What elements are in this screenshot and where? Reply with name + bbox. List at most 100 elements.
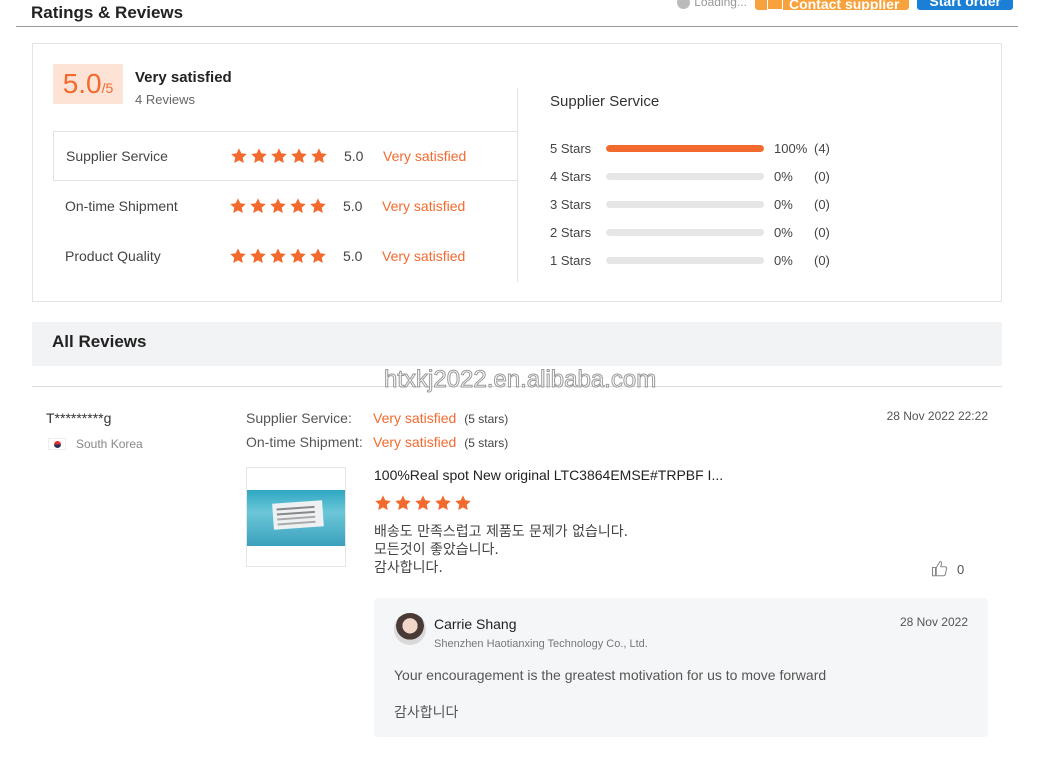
reviewer-name: T*********g xyxy=(46,410,112,426)
star-icon xyxy=(269,247,287,265)
reply-author-name: Carrie Shang xyxy=(434,616,517,632)
distribution-fill xyxy=(606,144,764,152)
distribution-count: (4) xyxy=(814,140,830,156)
category-row-supplier-service[interactable]: Supplier Service 5.0 Very satisfied xyxy=(53,131,518,181)
category-score: 5.0 xyxy=(344,148,364,164)
review-date: 28 Nov 2022 22:22 xyxy=(886,409,988,423)
overall-score: 5.0 xyxy=(62,68,102,99)
star-icon xyxy=(249,247,267,265)
distribution-row-2: 2 Stars 0% (0) xyxy=(550,222,850,242)
contact-supplier-button[interactable]: Contact supplier xyxy=(754,0,910,12)
distribution-count: (0) xyxy=(814,252,830,268)
star-icon xyxy=(229,197,247,215)
loading-icon xyxy=(677,0,691,9)
meta-value: Very satisfied xyxy=(373,434,457,450)
star-icon xyxy=(374,494,392,512)
star-icon xyxy=(230,147,248,165)
product-thumbnail[interactable] xyxy=(246,467,346,567)
category-name: On-time Shipment xyxy=(65,198,178,214)
distribution-percent: 0% xyxy=(774,224,793,240)
star-icon xyxy=(250,147,268,165)
product-label-graphic xyxy=(272,500,324,530)
distribution-label: 5 Stars xyxy=(550,140,592,156)
distribution-percent: 0% xyxy=(774,168,793,184)
review-rating-stars xyxy=(374,494,472,512)
star-icon xyxy=(269,197,287,215)
star-icon xyxy=(289,197,307,215)
overall-score-max: /5 xyxy=(101,80,114,96)
meta-key: On-time Shipment: xyxy=(246,434,363,450)
review-text-line: 모든것이 좋았습니다. xyxy=(374,542,499,558)
category-row-product-quality[interactable]: Product Quality 5.0 Very satisfied xyxy=(53,231,518,281)
star-icon xyxy=(394,494,412,512)
product-title-link[interactable]: 100%Real spot New original LTC3864EMSE#T… xyxy=(374,467,723,483)
star-icon xyxy=(270,147,288,165)
reply-date: 28 Nov 2022 xyxy=(899,615,968,629)
contact-supplier-label: Contact supplier xyxy=(788,0,900,12)
category-label: Very satisfied xyxy=(383,148,467,164)
category-label: Very satisfied xyxy=(382,248,466,264)
distribution-bar xyxy=(606,172,764,180)
like-count: 0 xyxy=(957,561,965,577)
distribution-row-1: 1 Stars 0% (0) xyxy=(550,250,850,270)
all-reviews-bar: All Reviews xyxy=(32,322,1002,366)
star-icon xyxy=(290,147,308,165)
star-icon xyxy=(249,197,267,215)
category-score: 5.0 xyxy=(343,248,363,264)
distribution-bar xyxy=(606,256,764,264)
like-button[interactable]: 0 xyxy=(931,560,964,578)
review-count: 4 Reviews xyxy=(135,92,195,107)
distribution-count: (0) xyxy=(814,196,830,212)
distribution-percent: 0% xyxy=(774,252,793,268)
product-image xyxy=(247,490,345,546)
watermark: htxkj2022.en.alibaba.com xyxy=(383,366,657,394)
category-name: Supplier Service xyxy=(66,148,168,164)
star-icon xyxy=(309,197,327,215)
distribution-row-4: 4 Stars 0% (0) xyxy=(550,166,850,186)
rating-summary: 5.0 /5 Very satisfied 4 Reviews Supplier… xyxy=(32,43,1002,302)
distribution-count: (0) xyxy=(814,168,830,184)
reviewer-country: South Korea xyxy=(48,437,143,451)
distribution-percent: 100% xyxy=(774,140,808,156)
star-icon xyxy=(310,147,328,165)
distribution-label: 4 Stars xyxy=(550,168,592,184)
meta-sub: (5 stars) xyxy=(464,436,509,450)
ratings-header: Ratings & Reviews Loading... Contact sup… xyxy=(16,0,1018,27)
south-korea-flag-icon xyxy=(48,438,66,450)
envelope-icon xyxy=(766,0,783,10)
category-stars xyxy=(229,247,327,265)
star-icon xyxy=(414,494,432,512)
reply-text: 감사합니다 xyxy=(394,705,459,721)
distribution-title: Supplier Service xyxy=(550,93,660,110)
review-text: 배송도 만족스럽고 제품도 문제가 없습니다. 모든것이 좋았습니다. 감사합니… xyxy=(374,523,628,577)
distribution-bar xyxy=(606,200,764,208)
review-text-line: 배송도 만족스럽고 제품도 문제가 없습니다. xyxy=(374,524,629,540)
review-supplier-service: Supplier Service: Very satisfied (5 star… xyxy=(246,410,508,426)
loading-indicator: Loading... xyxy=(677,0,747,9)
avatar xyxy=(394,613,426,645)
header-actions: Loading... Contact supplier Start order xyxy=(677,0,1013,12)
distribution-percent: 0% xyxy=(774,196,793,212)
star-icon xyxy=(454,494,472,512)
category-stars xyxy=(229,197,327,215)
star-icon xyxy=(434,494,452,512)
star-icon xyxy=(229,247,247,265)
category-label: Very satisfied xyxy=(382,198,466,214)
review-on-time-shipment: On-time Shipment: Very satisfied (5 star… xyxy=(246,434,508,450)
thumbs-up-icon xyxy=(931,560,948,577)
section-title: Ratings & Reviews xyxy=(31,3,184,22)
overall-score-badge: 5.0 /5 xyxy=(53,64,123,104)
category-score: 5.0 xyxy=(343,198,363,214)
summary-divider xyxy=(517,88,518,282)
category-name: Product Quality xyxy=(65,248,161,264)
country-name: South Korea xyxy=(76,437,143,451)
start-order-button[interactable]: Start order xyxy=(917,0,1013,10)
category-row-on-time-shipment[interactable]: On-time Shipment 5.0 Very satisfied xyxy=(53,181,518,231)
distribution-bar xyxy=(606,144,764,152)
all-reviews-title: All Reviews xyxy=(52,332,147,351)
reply-text: Your encouragement is the greatest motiv… xyxy=(394,667,827,683)
star-icon xyxy=(289,247,307,265)
overall-label: Very satisfied xyxy=(135,69,232,86)
meta-sub: (5 stars) xyxy=(464,412,509,426)
distribution-row-3: 3 Stars 0% (0) xyxy=(550,194,850,214)
